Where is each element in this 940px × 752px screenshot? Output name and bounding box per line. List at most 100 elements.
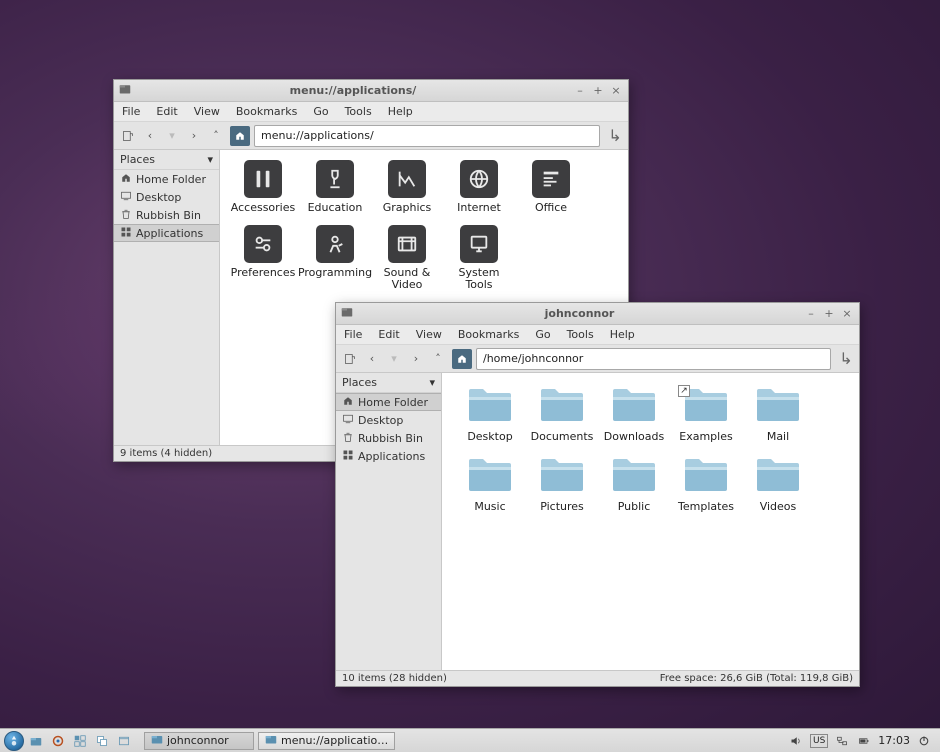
trash-icon xyxy=(120,208,132,223)
office-icon xyxy=(532,160,570,198)
category-preferences[interactable]: Preferences xyxy=(228,225,298,292)
menu-view[interactable]: View xyxy=(408,326,450,343)
network-icon[interactable] xyxy=(834,733,850,749)
forward-button-sep: ▾ xyxy=(384,349,404,369)
up-button[interactable]: ˄ xyxy=(206,126,226,146)
menu-bookmarks[interactable]: Bookmarks xyxy=(450,326,527,343)
systemtools-icon xyxy=(460,225,498,263)
close-button[interactable]: × xyxy=(609,84,623,98)
taskbar-task[interactable]: johnconnor xyxy=(144,732,254,750)
category-accessories[interactable]: Accessories xyxy=(228,160,298,215)
desktop-icon xyxy=(120,190,132,205)
menu-file[interactable]: File xyxy=(336,326,370,343)
keyboard-layout[interactable]: US xyxy=(810,734,828,748)
go-button[interactable]: ↳ xyxy=(606,127,624,145)
launcher-browser[interactable] xyxy=(48,731,68,751)
window-title: menu://applications/ xyxy=(137,84,569,97)
folder-icon xyxy=(467,385,513,427)
back-button[interactable]: ‹ xyxy=(140,126,160,146)
window-body: Places ▾ Home FolderDesktopRubbish BinAp… xyxy=(336,373,859,670)
launcher-switch[interactable] xyxy=(70,731,90,751)
statusbar: 10 items (28 hidden) Free space: 26,6 Gi… xyxy=(336,670,859,686)
sidebar-title: Places xyxy=(120,153,155,166)
sidebar-header[interactable]: Places ▾ xyxy=(336,373,441,393)
category-internet[interactable]: Internet xyxy=(444,160,514,215)
status-right: Free space: 26,6 GiB (Total: 119,8 GiB) xyxy=(660,673,853,684)
sidebar-item-applications[interactable]: Applications xyxy=(336,447,441,465)
back-button[interactable]: ‹ xyxy=(362,349,382,369)
clock[interactable]: 17:03 xyxy=(878,734,910,747)
desktop-icon xyxy=(342,413,354,428)
menu-file[interactable]: File xyxy=(114,103,148,120)
content-area[interactable]: DesktopDocumentsDownloads↗ExamplesMail Mu… xyxy=(442,373,859,670)
menu-edit[interactable]: Edit xyxy=(370,326,407,343)
folder-examples[interactable]: ↗Examples xyxy=(670,385,742,443)
volume-icon[interactable] xyxy=(788,733,804,749)
start-menu-button[interactable] xyxy=(4,731,24,751)
graphics-icon xyxy=(388,160,426,198)
up-button[interactable]: ˄ xyxy=(428,349,448,369)
menu-bookmarks[interactable]: Bookmarks xyxy=(228,103,305,120)
menu-edit[interactable]: Edit xyxy=(148,103,185,120)
sidebar-item-desktop[interactable]: Desktop xyxy=(114,188,219,206)
category-systemtools[interactable]: System Tools xyxy=(444,225,514,292)
minimize-button[interactable]: – xyxy=(573,84,587,98)
forward-button[interactable]: › xyxy=(184,126,204,146)
sidebar-item-home-folder[interactable]: Home Folder xyxy=(336,393,441,411)
titlebar[interactable]: johnconnor – + × xyxy=(336,303,859,325)
menu-view[interactable]: View xyxy=(186,103,228,120)
sidebar-header[interactable]: Places ▾ xyxy=(114,150,219,170)
folder-icon xyxy=(611,455,657,497)
launcher-minimize-all[interactable] xyxy=(114,731,134,751)
new-tab-button[interactable] xyxy=(118,126,138,146)
go-button[interactable]: ↳ xyxy=(837,350,855,368)
menu-help[interactable]: Help xyxy=(380,103,421,120)
category-programming[interactable]: Programming xyxy=(300,225,370,292)
address-input[interactable] xyxy=(476,348,831,370)
folder-mail[interactable]: Mail xyxy=(742,385,814,443)
menu-go[interactable]: Go xyxy=(305,103,336,120)
filemanager-icon xyxy=(119,83,131,98)
folder-downloads[interactable]: Downloads xyxy=(598,385,670,443)
category-office[interactable]: Office xyxy=(516,160,586,215)
power-icon[interactable] xyxy=(916,733,932,749)
folder-pictures[interactable]: Pictures xyxy=(526,455,598,513)
sidebar-item-home-folder[interactable]: Home Folder xyxy=(114,170,219,188)
menu-tools[interactable]: Tools xyxy=(559,326,602,343)
category-graphics[interactable]: Graphics xyxy=(372,160,442,215)
sidebar-item-rubbish-bin[interactable]: Rubbish Bin xyxy=(336,429,441,447)
folder-public[interactable]: Public xyxy=(598,455,670,513)
folder-desktop[interactable]: Desktop xyxy=(454,385,526,443)
menu-tools[interactable]: Tools xyxy=(337,103,380,120)
maximize-button[interactable]: + xyxy=(591,84,605,98)
sidebar-item-desktop[interactable]: Desktop xyxy=(336,411,441,429)
maximize-button[interactable]: + xyxy=(822,307,836,321)
folder-music[interactable]: Music xyxy=(454,455,526,513)
category-education[interactable]: Education xyxy=(300,160,370,215)
minimize-button[interactable]: – xyxy=(804,307,818,321)
menu-help[interactable]: Help xyxy=(602,326,643,343)
new-tab-button[interactable] xyxy=(340,349,360,369)
folder-icon xyxy=(611,385,657,427)
address-input[interactable] xyxy=(254,125,600,147)
taskbar: johnconnormenu://applicatio… US 17:03 xyxy=(0,728,940,752)
toolbar: ‹ ▾ › ˄ ↳ xyxy=(114,122,628,150)
folder-templates[interactable]: Templates xyxy=(670,455,742,513)
folder-icon xyxy=(467,455,513,497)
folder-videos[interactable]: Videos xyxy=(742,455,814,513)
taskbar-task[interactable]: menu://applicatio… xyxy=(258,732,395,750)
sidebar-item-applications[interactable]: Applications xyxy=(114,224,219,242)
menu-go[interactable]: Go xyxy=(527,326,558,343)
apps-icon xyxy=(342,449,354,464)
folder-documents[interactable]: Documents xyxy=(526,385,598,443)
titlebar[interactable]: menu://applications/ – + × xyxy=(114,80,628,102)
battery-icon[interactable] xyxy=(856,733,872,749)
sidebar: Places ▾ Home FolderDesktopRubbish BinAp… xyxy=(114,150,220,445)
filemanager-icon xyxy=(341,306,353,321)
sidebar-item-rubbish-bin[interactable]: Rubbish Bin xyxy=(114,206,219,224)
category-soundvideo[interactable]: Sound & Video xyxy=(372,225,442,292)
close-button[interactable]: × xyxy=(840,307,854,321)
launcher-filemanager[interactable] xyxy=(26,731,46,751)
forward-button[interactable]: › xyxy=(406,349,426,369)
launcher-showdesktop[interactable] xyxy=(92,731,112,751)
